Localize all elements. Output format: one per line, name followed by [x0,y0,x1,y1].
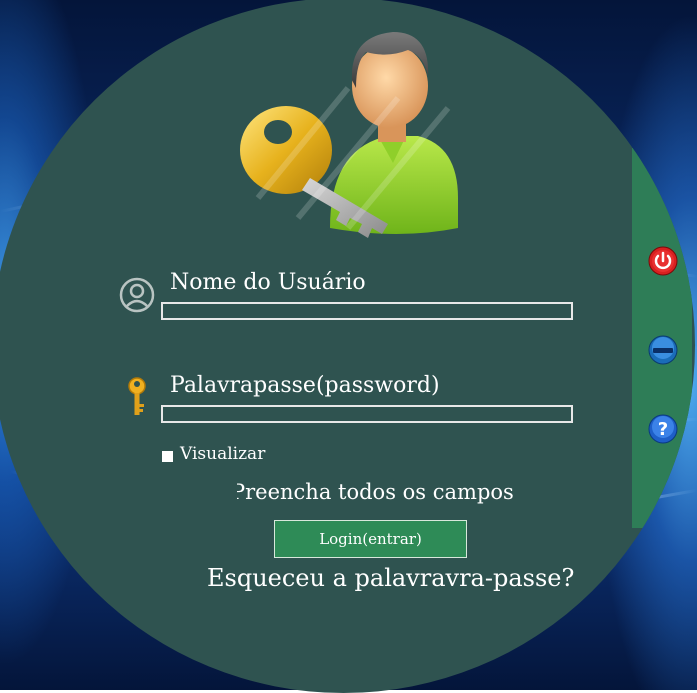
status-message-text: Preencha todos os campos [237,480,514,504]
power-icon[interactable] [648,246,678,276]
user-key-icon [240,32,458,238]
username-input[interactable] [161,302,573,320]
show-password-checkbox[interactable] [162,451,173,462]
username-label: Nome do Usuário [170,270,366,295]
user-circle-icon [119,277,155,313]
forgot-password-link[interactable]: Esqueceu a palavravra-passe? [207,564,574,592]
key-icon [128,377,146,415]
svg-text:?: ? [658,419,668,440]
login-button[interactable]: Login(entrar) [274,520,467,558]
show-password-label: Visualizar [180,444,266,464]
help-icon[interactable]: ? [648,414,678,444]
password-input[interactable] [161,405,573,423]
status-message: Preencha todos os campos [237,480,542,504]
login-window: Nome do Usuário Palavrapasse(password) V… [0,0,695,693]
minimize-icon[interactable] [648,335,678,365]
password-label: Palavrapasse(password) [170,373,440,398]
